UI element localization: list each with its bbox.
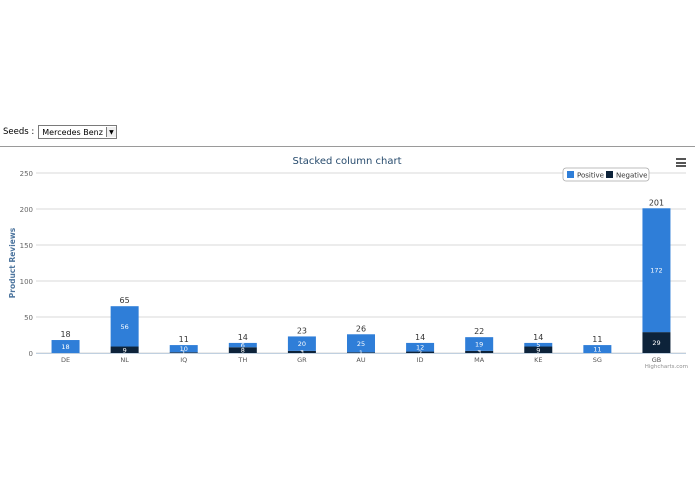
data-label-positive: 11 [593,346,601,354]
chart-menu-icon[interactable] [676,158,686,167]
data-label-positive: 56 [120,323,128,331]
x-tick-label: AU [356,356,365,364]
x-tick-label: MA [474,356,485,364]
stack-total-label: 18 [60,330,70,339]
x-tick-label: NL [120,356,129,364]
y-tick-label: 150 [20,242,33,250]
data-label-negative: 9 [536,346,540,354]
x-tick-label: TH [237,356,247,364]
x-tick-label: IQ [180,356,187,364]
y-tick-label: 0 [29,350,33,358]
x-tick-label: ID [417,356,424,364]
data-label-negative: 8 [241,347,245,355]
y-tick-label: 200 [20,206,33,214]
legend-label-negative: Negative [616,172,647,180]
data-label-positive: 20 [298,340,306,348]
stack-total-label: 11 [179,335,189,344]
data-label-positive: 19 [475,341,483,349]
stack-total-label: 23 [297,326,307,335]
stack-total-label: 22 [474,327,484,336]
legend-swatch-negative [606,171,613,178]
stack-total-label: 14 [415,333,425,342]
x-tick-label: DE [61,356,70,364]
stack-total-label: 26 [356,324,366,333]
y-tick-label: 250 [20,170,33,178]
stack-total-label: 11 [592,335,602,344]
x-tick-label: KE [534,356,542,364]
y-tick-label: 100 [20,278,33,286]
data-label-positive: 25 [357,340,365,348]
x-tick-label: GR [297,356,307,364]
x-tick-label: SG [593,356,602,364]
seeds-select[interactable]: Mercedes Benz ▼ [38,125,117,139]
stacked-column-chart: Stacked column chart 0 50 100 150 200 250 Produ… [8,156,688,370]
stack-total-label: 65 [120,296,130,305]
y-axis-title: Product Reviews [8,227,17,298]
legend-label-positive: Positive [577,172,604,180]
data-label-positive: 18 [61,343,69,351]
data-label-negative: 9 [123,346,127,354]
stack-total-label: 14 [238,333,248,342]
x-tick-label: GB [652,356,662,364]
chart-title: Stacked column chart [293,156,402,167]
data-label-negative: 29 [652,339,660,347]
seeds-label: Seeds : [3,127,35,137]
stack-total-label: 201 [649,198,664,207]
highcharts-credit: Highcharts.com [645,364,688,370]
y-tick-label: 50 [24,314,33,322]
seeds-filter: Seeds : Mercedes Benz ▼ [3,124,117,140]
seeds-selected-value: Mercedes Benz [42,127,103,137]
legend-swatch-positive [567,171,574,178]
stack-total-label: 14 [533,333,543,342]
dropdown-arrow-icon[interactable]: ▼ [105,127,116,137]
data-label-positive: 172 [650,267,662,275]
